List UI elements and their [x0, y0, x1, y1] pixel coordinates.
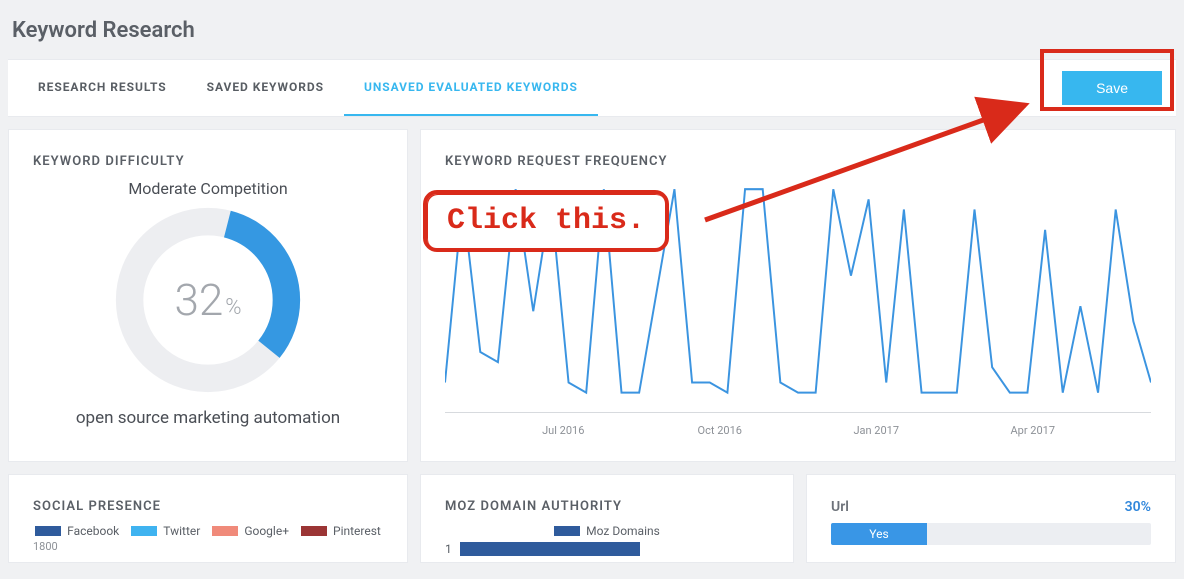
tab-saved-keywords[interactable]: SAVED KEYWORDS — [187, 60, 344, 116]
freq-tick: Oct 2016 — [642, 424, 799, 437]
legend-moz-domains: Moz Domains — [554, 524, 660, 538]
legend-twitter: Twitter — [131, 524, 200, 538]
panel-title-social: SOCIAL PRESENCE — [33, 499, 383, 514]
difficulty-donut-chart: 32% — [110, 202, 306, 398]
legend-pinterest: Pinterest — [301, 524, 381, 538]
page-title: Keyword Research — [0, 0, 1184, 59]
moz-bar-row: 1 — [445, 542, 769, 556]
difficulty-subtitle: Moderate Competition — [33, 179, 383, 198]
panel-moz: MOZ DOMAIN AUTHORITY Moz Domains 1 — [420, 474, 794, 563]
annotation-text: Click this. — [447, 204, 645, 238]
panel-keyword-difficulty: KEYWORD DIFFICULTY Moderate Competition … — [8, 129, 408, 462]
url-percent: 30% — [1125, 499, 1151, 515]
panel-url: Url 30% Yes — [806, 474, 1176, 563]
url-yes-label: Yes — [869, 527, 888, 541]
moz-legend: Moz Domains — [445, 524, 769, 538]
tab-research-results[interactable]: RESEARCH RESULTS — [18, 60, 187, 116]
freq-tick: Jan 2017 — [798, 424, 955, 437]
freq-tick: Apr 2017 — [955, 424, 1112, 437]
moz-bar — [460, 542, 640, 556]
panel-frequency: KEYWORD REQUEST FREQUENCY Jul 2016 Oct 2… — [420, 129, 1176, 462]
panel-title-difficulty: KEYWORD DIFFICULTY — [33, 154, 383, 169]
freq-tick: Jul 2016 — [485, 424, 642, 437]
social-y-tick: 1800 — [33, 540, 383, 553]
moz-bar-label: 1 — [445, 542, 452, 556]
tab-unsaved-evaluated[interactable]: UNSAVED EVALUATED KEYWORDS — [344, 60, 598, 116]
annotation-save-rect — [1040, 49, 1174, 111]
tabs-bar: RESEARCH RESULTS SAVED KEYWORDS UNSAVED … — [8, 59, 1176, 117]
annotation-callout: Click this. — [423, 190, 669, 252]
legend-facebook: Facebook — [35, 524, 119, 538]
difficulty-percent: 32% — [110, 202, 306, 398]
panel-title-frequency: KEYWORD REQUEST FREQUENCY — [445, 154, 1151, 169]
frequency-x-ticks: Jul 2016 Oct 2016 Jan 2017 Apr 2017 — [445, 424, 1151, 437]
social-legend: Facebook Twitter Google+ Pinterest — [33, 524, 383, 538]
url-label: Url — [831, 499, 849, 515]
difficulty-percent-value: 32 — [174, 274, 223, 326]
difficulty-keyword: open source marketing automation — [33, 408, 383, 428]
legend-google: Google+ — [212, 524, 289, 538]
panel-title-moz: MOZ DOMAIN AUTHORITY — [445, 499, 769, 514]
panel-social-presence: SOCIAL PRESENCE Facebook Twitter Google+… — [8, 474, 408, 563]
percent-symbol: % — [225, 295, 241, 320]
url-progress-bar: Yes — [831, 523, 1151, 545]
